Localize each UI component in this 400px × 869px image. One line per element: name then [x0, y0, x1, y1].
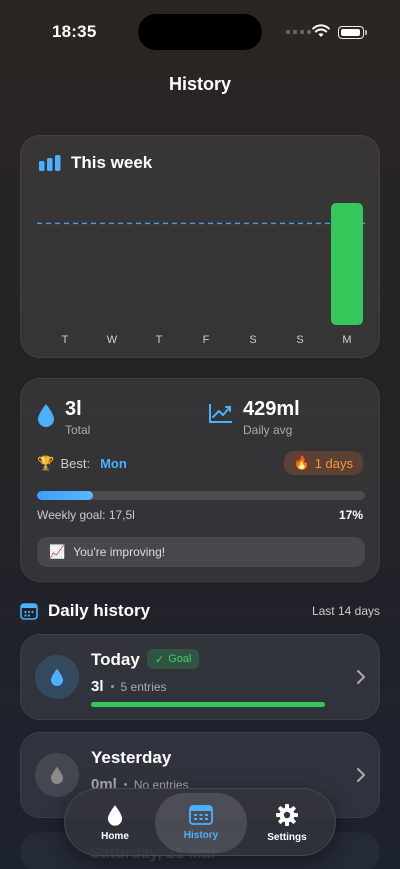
day-icon-container — [35, 655, 79, 699]
day-icon-container — [35, 753, 79, 797]
status-bar: 18:35 — [0, 0, 400, 60]
trend-up-icon — [209, 404, 232, 423]
fire-icon: 🔥 — [293, 455, 310, 470]
chart-bar — [331, 203, 363, 325]
calendar-icon — [20, 603, 38, 620]
daily-avg-label: Daily avg — [243, 423, 293, 437]
weekly-goal-text: Weekly goal: 17,5l — [37, 508, 135, 522]
goal-badge-label: Goal — [168, 653, 192, 665]
total-value: 3l — [65, 398, 82, 420]
chart-tick-label: F — [203, 334, 210, 346]
chevron-right-icon — [357, 768, 365, 782]
history-day-today[interactable]: Today ✓ Goal 3l 5 entries — [20, 634, 380, 720]
trophy-icon: 🏆 — [37, 455, 55, 471]
gear-icon — [276, 804, 298, 826]
stats-card: 3l Total 429ml Daily avg 🏆 Best: Mon 🔥 1… — [20, 378, 380, 582]
drop-icon — [51, 668, 63, 686]
chart-tick-label: S — [296, 334, 303, 346]
chart-tick-label: T — [62, 334, 69, 346]
streak-badge: 🔥 1 days — [283, 451, 363, 475]
drop-icon — [38, 404, 54, 427]
tab-label: Home — [101, 831, 129, 842]
day-progress-bar — [91, 702, 325, 707]
tab-label: Settings — [267, 832, 307, 843]
daily-avg-stat: 429ml Daily avg — [209, 397, 300, 437]
wifi-icon — [312, 24, 330, 37]
status-time: 18:35 — [52, 22, 97, 41]
streak-text: 1 days — [314, 455, 353, 471]
tab-home[interactable]: Home — [69, 793, 161, 853]
weekly-goal-progress — [37, 491, 365, 500]
total-stat: 3l Total — [37, 397, 90, 437]
signal-icon — [286, 30, 311, 34]
separator-dot — [123, 783, 127, 786]
improving-text: You're improving! — [73, 545, 166, 559]
best-day: Mon — [100, 456, 127, 471]
weekly-bar-chart: TWTFSSM — [37, 203, 365, 346]
weekly-goal-percent: 17% — [338, 508, 363, 522]
drop-icon — [107, 805, 123, 826]
day-name: Yesterday — [91, 748, 172, 767]
tab-history[interactable]: History — [155, 793, 247, 853]
weekly-chart-card: This week TWTFSSM — [20, 135, 380, 358]
checkmark-icon: ✓ — [155, 653, 165, 666]
separator-dot — [110, 685, 114, 688]
improving-banner: 📈 You're improving! — [37, 537, 365, 567]
tab-settings[interactable]: Settings — [241, 793, 333, 853]
page-title: History — [168, 74, 231, 94]
chart-tick-label: W — [107, 334, 118, 346]
daily-history-header: Daily history Last 14 days — [20, 601, 380, 621]
calendar-icon — [189, 805, 213, 825]
drop-icon — [51, 766, 63, 784]
day-amount: 3l — [91, 678, 104, 695]
chart-tick-label: M — [342, 334, 351, 346]
daily-avg-value: 429ml — [243, 398, 300, 420]
tab-label: History — [183, 830, 219, 841]
chart-tick-label: S — [249, 334, 256, 346]
dynamic-island — [138, 14, 262, 50]
day-meta: 3l 5 entries — [91, 678, 167, 695]
day-entries: 5 entries — [120, 679, 167, 694]
tab-bar: Home History Settings — [64, 788, 336, 856]
chart-up-icon: 📈 — [49, 544, 66, 559]
goal-badge: ✓ Goal — [147, 649, 200, 669]
battery-icon — [338, 26, 364, 39]
best-label: Best: — [60, 456, 91, 471]
best-day-row: 🏆 Best: Mon — [37, 455, 127, 472]
chevron-right-icon — [357, 670, 365, 684]
total-label: Total — [65, 423, 91, 437]
day-name: Today — [91, 650, 140, 669]
chart-tick-label: T — [156, 334, 163, 346]
daily-history-range: Last 14 days — [311, 604, 380, 618]
weekly-goal-progress-fill — [37, 491, 93, 500]
daily-history-title: Daily history — [48, 601, 151, 620]
